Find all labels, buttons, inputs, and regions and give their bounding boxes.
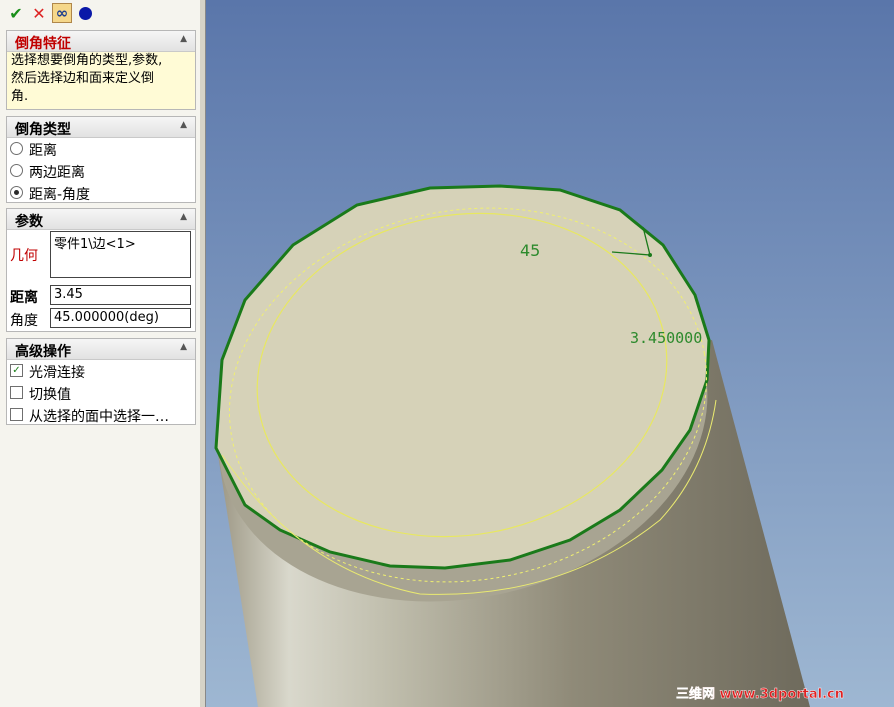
feature-title: 倒角特征	[15, 36, 71, 52]
checkmark-icon[interactable]: ✔	[6, 3, 26, 23]
geometry-list[interactable]: 零件1\边<1>	[50, 231, 191, 278]
checkbox-label: 从选择的面中选择一…	[29, 409, 169, 425]
angle-field[interactable]: 45.000000(deg)	[50, 308, 191, 328]
distance-annotation[interactable]: 3.450000	[630, 329, 702, 347]
distance-field[interactable]: 3.45	[50, 285, 191, 305]
checkbox-smooth[interactable]: ✓ 光滑连接	[7, 360, 195, 382]
parameters-title: 参数	[15, 214, 43, 230]
checkbox-select-from-face[interactable]: 从选择的面中选择一…	[7, 404, 195, 426]
radio-label: 距离	[29, 143, 57, 159]
radio-button[interactable]	[10, 164, 23, 177]
property-panel: ✔ ✕ ∞ 倒角特征 ▲ 选择想要倒角的类型,参数, 然后选择边和面来定义倒 角…	[0, 0, 201, 707]
close-icon[interactable]: ✕	[29, 3, 49, 23]
description-line: 然后选择边和面来定义倒	[11, 71, 155, 86]
collapse-icon[interactable]: ▲	[180, 342, 187, 352]
parameters-header[interactable]: 参数 ▲	[7, 209, 195, 230]
chamfer-type-group: 倒角类型 ▲ 距离 两边距离 距离-角度	[6, 116, 196, 203]
feature-group: 倒角特征 ▲ 选择想要倒角的类型,参数, 然后选择边和面来定义倒 角.	[6, 30, 196, 110]
radio-label: 两边距离	[29, 165, 85, 181]
radio-two-distances[interactable]: 两边距离	[7, 160, 195, 182]
collapse-icon[interactable]: ▲	[180, 212, 187, 222]
dimension-point	[648, 253, 652, 257]
circle-icon-shape	[78, 6, 92, 20]
distance-label: 距离	[10, 290, 38, 306]
chamfer-type-header[interactable]: 倒角类型 ▲	[7, 117, 195, 138]
advanced-title: 高级操作	[15, 344, 71, 360]
model-view[interactable]: 45 3.450000 三维网 www.3dportal.cn	[206, 0, 894, 707]
checkbox-checked[interactable]: ✓	[10, 364, 23, 377]
collapse-icon[interactable]: ▲	[180, 34, 187, 44]
circle-icon[interactable]	[75, 3, 95, 23]
checkbox-label: 光滑连接	[29, 365, 85, 381]
checkbox[interactable]	[10, 408, 23, 421]
radio-distance[interactable]: 距离	[7, 138, 195, 160]
glasses-icon[interactable]: ∞	[52, 3, 72, 23]
description-line: 角.	[11, 89, 29, 104]
geometry-label: 几何	[10, 248, 38, 264]
radio-label: 距离-角度	[29, 187, 91, 203]
description-line: 选择想要倒角的类型,参数,	[11, 53, 163, 68]
advanced-group: 高级操作 ▲ ✓ 光滑连接 切换值 从选择的面中选择一…	[6, 338, 196, 425]
collapse-icon[interactable]: ▲	[180, 120, 187, 130]
angle-annotation[interactable]: 45	[520, 241, 540, 260]
radio-button-selected[interactable]	[10, 186, 23, 199]
parameters-group: 参数 ▲ 几何 零件1\边<1> 距离 3.45 角度 45.000000(de…	[6, 208, 196, 332]
checkbox-toggle-value[interactable]: 切换值	[7, 382, 195, 404]
checkbox[interactable]	[10, 386, 23, 399]
radio-button[interactable]	[10, 142, 23, 155]
feature-header[interactable]: 倒角特征 ▲	[7, 31, 195, 52]
feature-description: 选择想要倒角的类型,参数, 然后选择边和面来定义倒 角.	[7, 52, 195, 109]
3d-viewport[interactable]: 45 3.450000 三维网 www.3dportal.cn	[206, 0, 894, 707]
watermark: 三维网 www.3dportal.cn	[676, 686, 844, 702]
checkbox-label: 切换值	[29, 387, 71, 403]
toolbar: ✔ ✕ ∞	[0, 0, 200, 28]
radio-distance-angle[interactable]: 距离-角度	[7, 182, 195, 204]
angle-label: 角度	[10, 313, 38, 329]
chamfer-type-title: 倒角类型	[15, 122, 71, 138]
advanced-header[interactable]: 高级操作 ▲	[7, 339, 195, 360]
